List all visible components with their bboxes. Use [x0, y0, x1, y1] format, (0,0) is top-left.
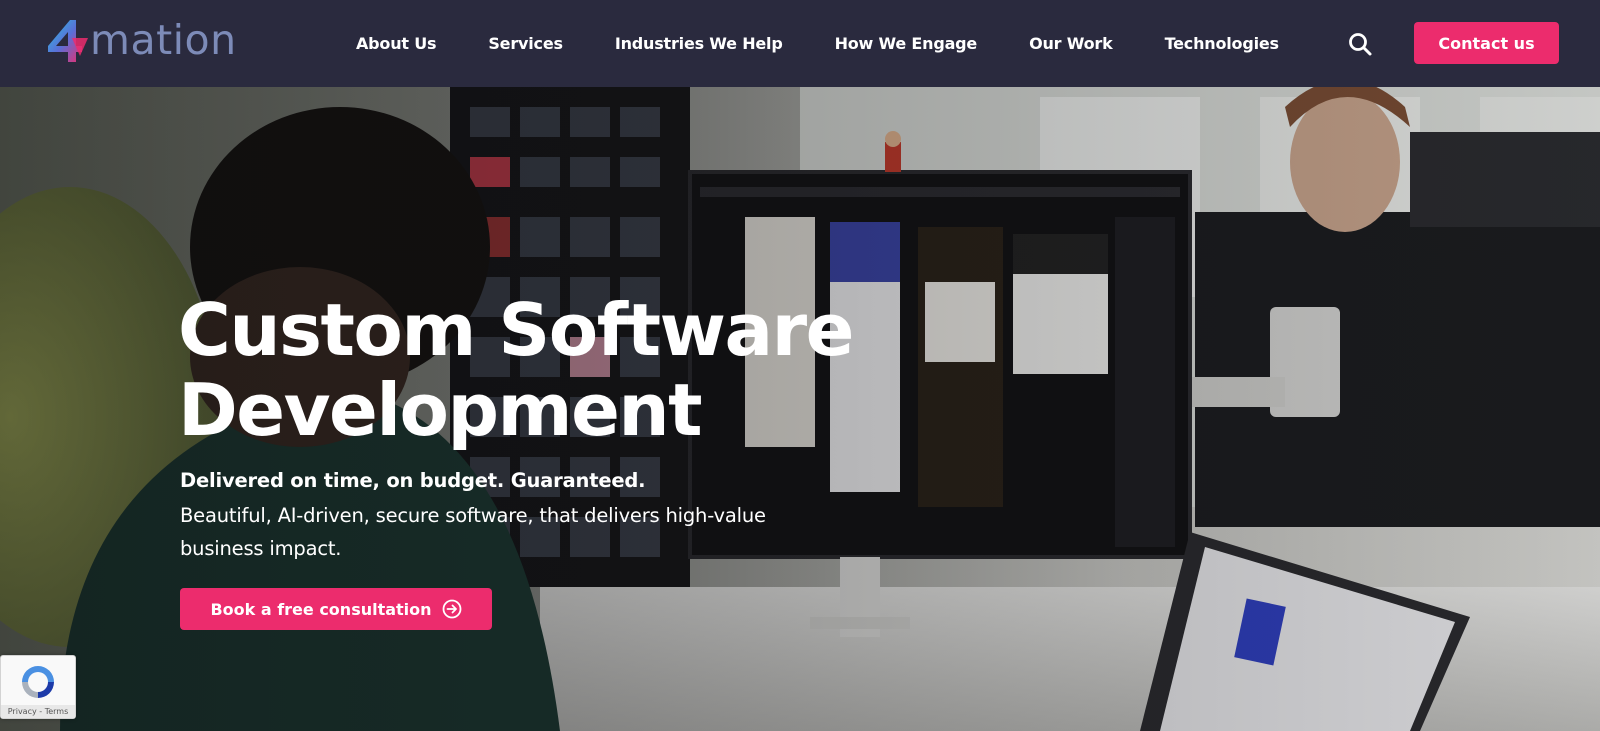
- nav-item-how-we-engage[interactable]: How We Engage: [835, 34, 978, 53]
- hero-tagline: Delivered on time, on budget. Guaranteed…: [180, 469, 646, 492]
- book-consultation-button[interactable]: Book a free consultation: [180, 588, 492, 630]
- nav-item-services[interactable]: Services: [488, 34, 563, 53]
- recaptcha-icon: [22, 666, 54, 698]
- nav-item-about-us[interactable]: About Us: [356, 34, 437, 53]
- circle-arrow-right-icon: [442, 599, 461, 619]
- hero-title: Custom Software Development: [178, 290, 878, 450]
- top-navigation: mation About Us Services Industries We H…: [0, 0, 1600, 87]
- logo-mark-icon: [48, 20, 88, 62]
- site-logo[interactable]: mation: [42, 16, 237, 68]
- nav-item-our-work[interactable]: Our Work: [1029, 34, 1113, 53]
- logo-text: mation: [90, 16, 237, 64]
- recaptcha-badge[interactable]: Privacy - Terms: [0, 655, 76, 719]
- recaptcha-privacy-terms[interactable]: Privacy - Terms: [1, 705, 75, 718]
- hero-section: Custom Software Development Delivered on…: [0, 87, 1600, 731]
- nav-item-industries[interactable]: Industries We Help: [615, 34, 783, 53]
- main-menu: About Us Services Industries We Help How…: [356, 0, 1279, 87]
- book-consultation-label: Book a free consultation: [210, 599, 432, 619]
- hero-title-line-1: Custom Software: [178, 288, 854, 372]
- nav-item-technologies[interactable]: Technologies: [1165, 34, 1279, 53]
- hero-description: Beautiful, AI-driven, secure software, t…: [180, 504, 766, 560]
- search-icon[interactable]: [1347, 31, 1373, 57]
- contact-us-button[interactable]: Contact us: [1414, 22, 1559, 64]
- hero-title-line-2: Development: [178, 368, 703, 452]
